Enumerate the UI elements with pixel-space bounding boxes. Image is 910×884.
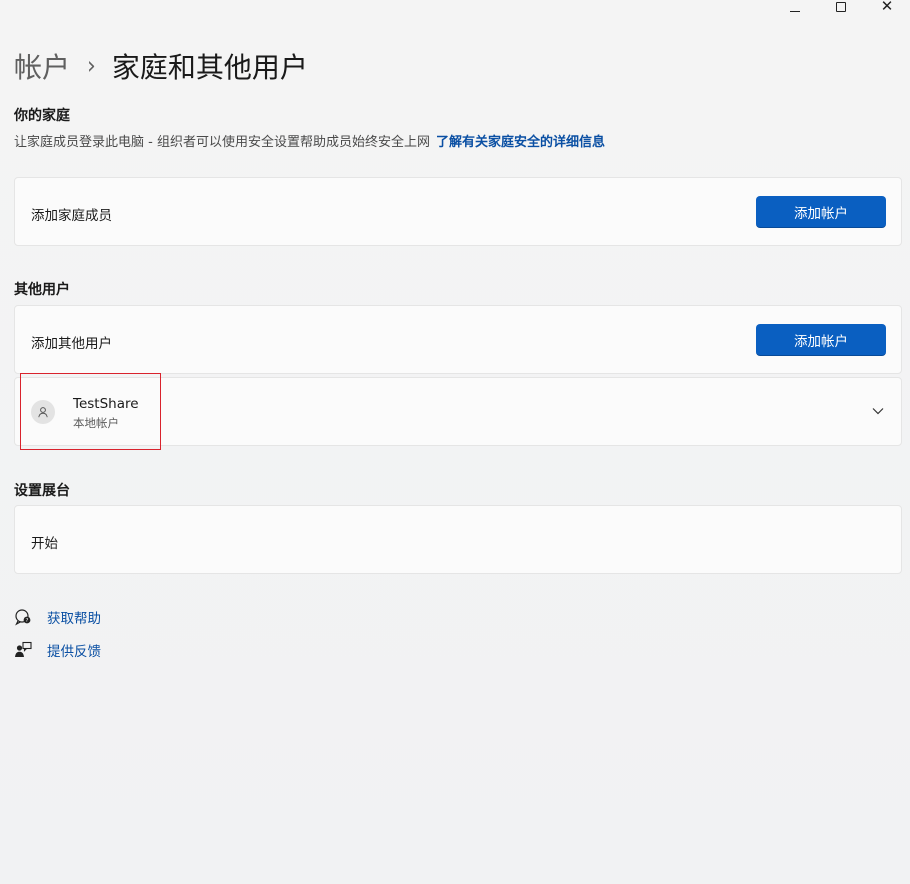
close-button[interactable]: ✕ — [864, 0, 910, 20]
help-chat-icon: ? — [14, 608, 32, 626]
add-family-member-card: 添加家庭成员 添加帐户 — [14, 177, 902, 246]
title-bar: ✕ — [772, 0, 910, 20]
user-account-type: 本地帐户 — [73, 416, 119, 430]
svg-text:?: ? — [26, 618, 29, 624]
kiosk-start-label: 开始 — [31, 536, 58, 552]
get-help-label: 获取帮助 — [47, 611, 101, 627]
user-name: TestShare — [73, 396, 139, 412]
close-icon: ✕ — [880, 0, 894, 15]
minimize-button[interactable] — [772, 0, 818, 20]
add-other-user-label: 添加其他用户 — [31, 336, 112, 352]
settings-window: ✕ 帐户 › 家庭和其他用户 你的家庭 让家庭成员登录此电脑 - 组织者可以使用… — [0, 0, 910, 884]
add-family-account-button[interactable]: 添加帐户 — [756, 196, 886, 228]
family-description-text: 让家庭成员登录此电脑 - 组织者可以使用安全设置帮助成员始终安全上网 — [14, 135, 430, 150]
feedback-label: 提供反馈 — [47, 644, 101, 660]
maximize-button[interactable] — [818, 0, 864, 20]
minimize-icon — [790, 10, 800, 12]
breadcrumb-separator-icon: › — [87, 52, 96, 80]
feedback-person-icon — [14, 641, 32, 659]
breadcrumb-parent-accounts[interactable]: 帐户 — [14, 46, 70, 86]
page-title: 家庭和其他用户 — [111, 51, 308, 84]
kiosk-card: 开始 — [14, 505, 902, 574]
breadcrumb: 帐户 › 家庭和其他用户 — [14, 46, 308, 86]
feedback-link[interactable]: 提供反馈 — [14, 640, 101, 660]
family-learn-more-link[interactable]: 了解有关家庭安全的详细信息 — [436, 135, 605, 150]
chevron-down-icon[interactable] — [871, 404, 885, 418]
person-icon — [38, 407, 48, 418]
get-help-link[interactable]: ? 获取帮助 — [14, 607, 101, 627]
user-row-testshare[interactable]: TestShare 本地帐户 — [14, 377, 902, 446]
kiosk-section-title: 设置展台 — [14, 483, 70, 499]
other-users-section-title: 其他用户 — [14, 282, 70, 298]
family-description: 让家庭成员登录此电脑 - 组织者可以使用安全设置帮助成员始终安全上网 了解有关家庭… — [14, 131, 605, 150]
add-other-account-button[interactable]: 添加帐户 — [756, 324, 886, 356]
family-section-title: 你的家庭 — [14, 108, 70, 124]
avatar — [31, 400, 55, 424]
maximize-icon — [836, 2, 846, 12]
add-other-user-card: 添加其他用户 添加帐户 — [14, 305, 902, 374]
add-family-member-label: 添加家庭成员 — [31, 208, 112, 224]
